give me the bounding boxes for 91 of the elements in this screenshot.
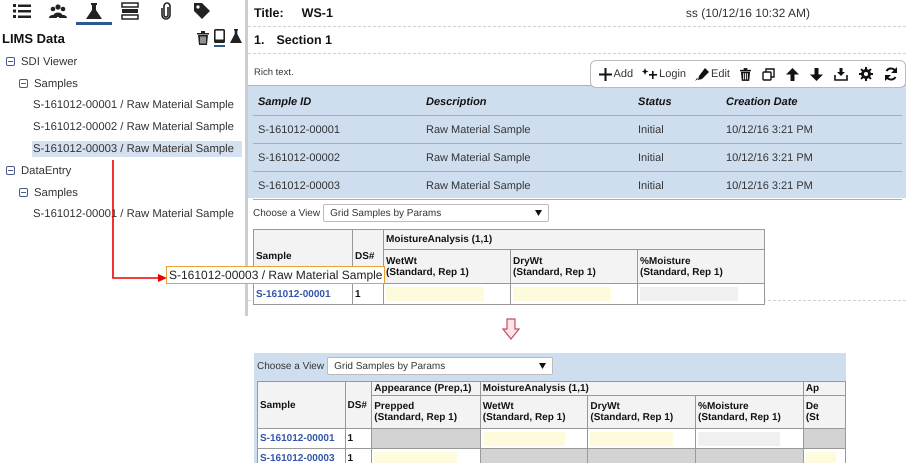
input-field[interactable] [386, 287, 484, 301]
ds-number: 1 [348, 453, 354, 463]
column-header: DS# [355, 251, 374, 262]
collapse-icon[interactable] [19, 188, 28, 198]
toolbar-button[interactable]: Edit [691, 66, 734, 82]
table-cell-text: Raw Material Sample [426, 152, 532, 164]
column-header: Sample ID [258, 96, 312, 108]
paperclip-icon [161, 2, 171, 20]
sparkle-plus-icon [642, 68, 658, 80]
input-field[interactable] [374, 452, 458, 463]
column-header: DS# [348, 400, 367, 410]
table-cell-text: 10/12/16 3:21 PM [726, 152, 814, 164]
arrow-down-icon [810, 68, 823, 80]
people-icon [48, 4, 68, 18]
rich-text: Rich text. [254, 67, 294, 78]
table-cell-text: Raw Material Sample [426, 180, 532, 192]
table-cell-text: 10/12/16 3:21 PM [726, 124, 814, 136]
numbered-list-icon [13, 3, 31, 19]
copy-icon [762, 68, 775, 80]
form-icon [121, 2, 139, 20]
dropdown-arrow-icon [535, 210, 542, 216]
tree-folder[interactable]: DataEntry [20, 162, 72, 179]
tag-icon [193, 2, 211, 20]
tree-item[interactable]: S-161012-00003 / Raw Material Sample [32, 141, 242, 158]
param-header: WetWt (Standard, Rep 1) [482, 401, 566, 423]
column-header: Sample [256, 251, 292, 262]
tree-folder[interactable]: Samples [33, 76, 79, 92]
drag-tooltip: S-161012-00003 / Raw Material Sample [166, 266, 386, 284]
trash-icon[interactable] [197, 31, 209, 45]
table-cell-text: Initial [638, 180, 665, 192]
group-header: MoistureAnalysis (1,1) [386, 234, 492, 245]
view-select[interactable]: Grid Samples by Params [327, 357, 554, 375]
author-timestamp: ss (10/12/16 10:32 AM) [686, 6, 810, 20]
param-header: %Moisture (Standard, Rep 1) [640, 256, 723, 278]
table-cell-text: Raw Material Sample [426, 124, 532, 136]
param-header: Prepped (Standard, Rep 1) [374, 401, 458, 423]
trash-icon [740, 68, 751, 80]
param-header: DryWt (Standard, Rep 1) [590, 401, 674, 423]
download-icon [834, 68, 848, 80]
group-header: Ap [806, 383, 820, 394]
column-header: Status [638, 96, 673, 108]
tree-folder[interactable]: Samples [33, 184, 79, 201]
tablet-icon [214, 29, 225, 43]
param-header: De (St [806, 401, 820, 423]
toolbar-button[interactable]: Add [594, 66, 638, 82]
param-header: %Moisture (Standard, Rep 1) [698, 401, 781, 423]
column-header: Sample [260, 400, 296, 410]
title-label: Title: [254, 6, 284, 20]
input-field[interactable] [513, 287, 611, 301]
panel-title: LIMS Data [2, 30, 65, 46]
param-header: DryWt (Standard, Rep 1) [513, 256, 596, 278]
view-select[interactable]: Grid Samples by Params [323, 204, 550, 222]
table-cell-text: Initial [638, 152, 665, 164]
plus-icon [598, 68, 612, 80]
toolbar-button[interactable]: Login [638, 66, 690, 82]
group-header: Appearance (Prep,1) [374, 383, 472, 394]
flask-icon [230, 29, 242, 43]
sidebar-tab[interactable] [76, 0, 112, 25]
view-toggle[interactable] [214, 29, 225, 47]
section-title: Section 1 [276, 33, 332, 47]
input-field[interactable] [590, 432, 673, 446]
view-label: Choose a View [257, 360, 324, 372]
column-header: Description [426, 96, 488, 108]
table-cell-text: S-161012-00001 [258, 124, 341, 136]
section-number: 1. [254, 33, 264, 47]
settings-icon [859, 67, 873, 81]
table-cell-text: S-161012-00003 [258, 180, 341, 192]
input-field[interactable] [806, 452, 836, 463]
tree-item[interactable]: S-161012-00002 / Raw Material Sample [32, 119, 235, 136]
collapse-icon[interactable] [6, 57, 15, 66]
arrow-up-icon [786, 68, 799, 80]
collapse-icon[interactable] [19, 79, 28, 88]
column-header: Creation Date [726, 96, 799, 108]
tree-item[interactable]: S-161012-00001 / Raw Material Sample [32, 97, 235, 114]
ds-number: 1 [348, 433, 354, 444]
document-title: WS-1 [302, 6, 333, 20]
ds-number: 1 [355, 288, 361, 300]
table-cell-text: Initial [638, 124, 665, 136]
table-cell-text: 10/12/16 3:21 PM [726, 180, 814, 192]
dropdown-arrow-icon [539, 363, 546, 369]
collapse-icon[interactable] [6, 166, 15, 176]
view-label: Choose a View [253, 208, 320, 218]
table-cell-text: S-161012-00002 [258, 152, 341, 164]
param-header: WetWt (Standard, Rep 1) [386, 256, 469, 278]
pencil-icon [695, 68, 710, 80]
tree-folder[interactable]: SDI Viewer [20, 54, 78, 70]
down-arrow-icon [502, 318, 520, 340]
group-header: MoistureAnalysis (1,1) [482, 383, 589, 394]
flask-icon [85, 2, 103, 20]
input-field[interactable] [482, 432, 565, 446]
refresh-icon [884, 67, 898, 81]
